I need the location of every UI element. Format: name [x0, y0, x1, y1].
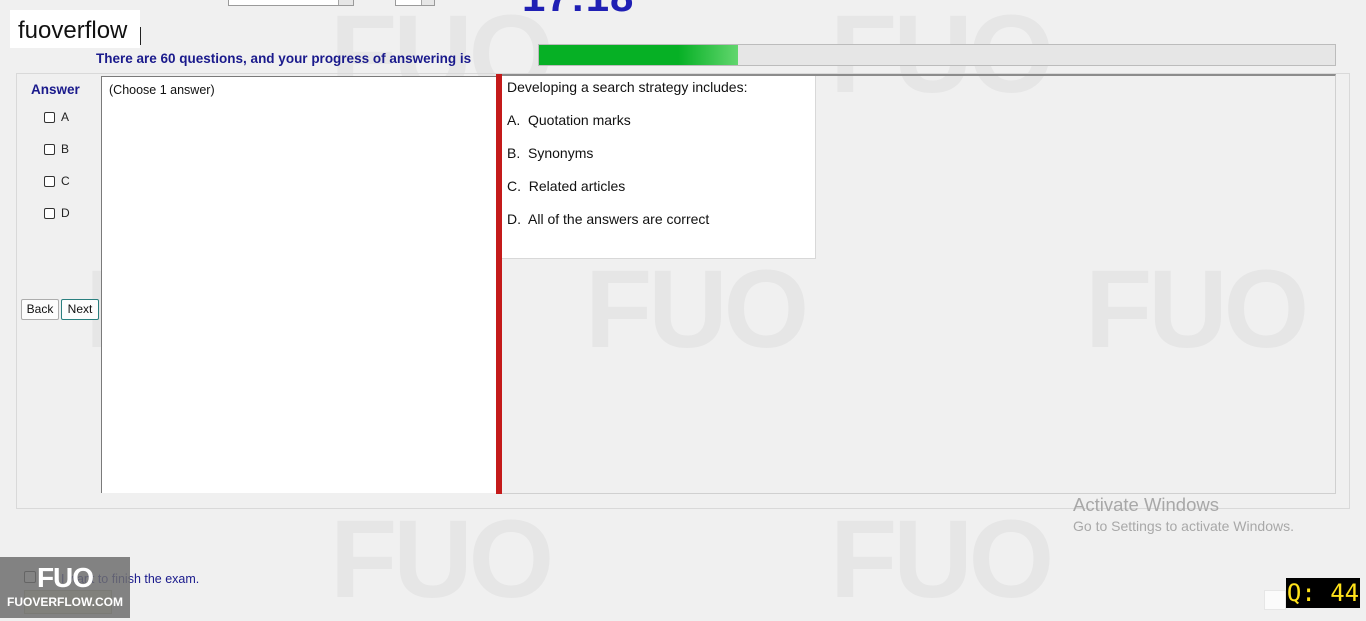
question-counter: Q: 44 [1286, 578, 1360, 608]
answer-option-d[interactable]: D [44, 206, 70, 220]
answer-checkbox[interactable] [44, 175, 55, 187]
back-button[interactable]: Back [21, 299, 59, 320]
answer-option-c[interactable]: C [44, 174, 70, 188]
activate-windows-title: Activate Windows [1073, 494, 1219, 515]
answer-checkbox[interactable] [44, 143, 55, 155]
answer-option-label: D [61, 206, 70, 220]
question-choice-c: C. Related articles [507, 178, 626, 194]
watermark: FUO [330, 505, 554, 615]
answer-hint: (Choose 1 answer) [109, 83, 215, 97]
answer-option-b[interactable]: B [44, 142, 69, 156]
counter-backplate [1264, 590, 1286, 610]
answer-option-label: A [61, 110, 70, 124]
answer-option-label: C [61, 174, 70, 188]
fuo-logo-site: FUOVERFLOW.COM [7, 595, 123, 609]
answer-checkbox[interactable] [44, 111, 55, 123]
activate-windows-subtitle: Go to Settings to activate Windows. [1073, 518, 1294, 534]
fuo-logo: FUO FUOVERFLOW.COM [0, 557, 130, 618]
font-size-combo[interactable] [395, 0, 435, 6]
progress-bar-fill [539, 45, 738, 65]
text-caret [140, 27, 141, 45]
question-stem: Developing a search strategy includes: [507, 79, 748, 95]
question-choice-a: A. Quotation marks [507, 112, 631, 128]
chevron-down-icon[interactable] [421, 0, 434, 5]
answer-title: Answer [31, 82, 80, 97]
exam-timer: 17:18 [522, 0, 634, 18]
progress-label: There are 60 questions, and your progres… [96, 51, 472, 66]
watermark: FUO [830, 505, 1054, 615]
next-button[interactable]: Next [61, 299, 99, 320]
question-choice-b: B. Synonyms [507, 145, 594, 161]
fuo-logo-mark: FUO [36, 562, 94, 593]
question-box: Developing a search strategy includes: A… [502, 76, 816, 259]
answer-option-a[interactable]: A [44, 110, 69, 124]
answer-checkbox[interactable] [44, 207, 55, 219]
answer-option-label: B [61, 142, 70, 156]
question-choice-d: D. All of the answers are correct [507, 211, 710, 227]
brand-label: fuoverflow [10, 10, 140, 48]
chevron-down-icon[interactable] [338, 0, 353, 5]
answer-hint-box: (Choose 1 answer) [101, 76, 498, 493]
exam-code-combo[interactable] [228, 0, 354, 6]
progress-bar [538, 44, 1336, 66]
